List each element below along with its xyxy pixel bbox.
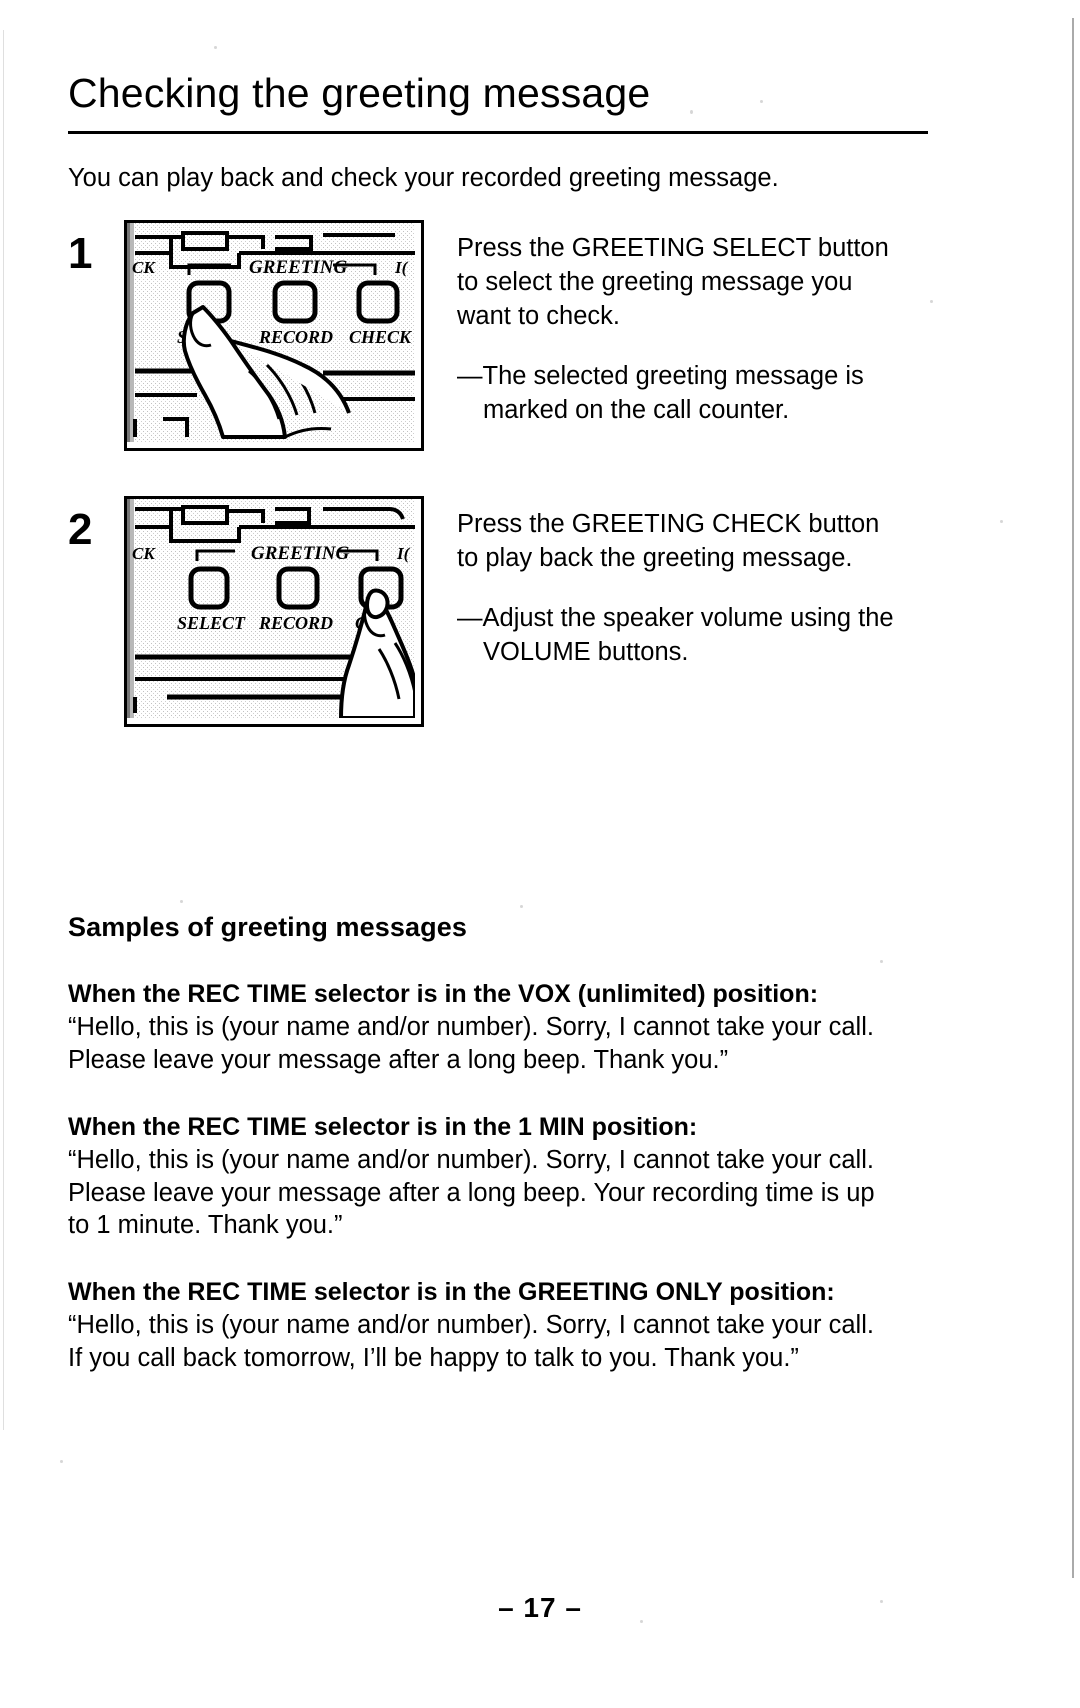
- step-instruction-line: Press the GREETING CHECK button: [457, 510, 880, 539]
- scan-speck: [1000, 520, 1003, 523]
- page-content: Checking the greeting message You can pl…: [68, 0, 928, 1374]
- sample-block-line: “Hello, this is (your name and/or number…: [68, 1146, 874, 1175]
- svg-text:GREETING: GREETING: [249, 257, 347, 278]
- sample-block-heading: When the REC TIME selector is in the VOX…: [68, 980, 819, 1009]
- step-instruction-line: Press the GREETING SELECT button: [457, 234, 889, 263]
- scan-edge-left: [3, 30, 4, 1430]
- step-item: 2 GREETING CK I(SELECT RECORD Press the…: [68, 496, 928, 728]
- svg-text:RECORD: RECORD: [258, 327, 333, 347]
- svg-text:GREETING: GREETING: [251, 543, 349, 564]
- svg-text:RECORD: RECORD: [258, 613, 333, 633]
- sample-block-line: Please leave your message after a long b…: [68, 1045, 729, 1074]
- step-number: 2: [68, 505, 93, 555]
- sample-block-line: If you call back tomorrow, I’ll be happy…: [68, 1343, 799, 1372]
- step-note-line: —Adjust the speaker volume using the: [457, 604, 894, 633]
- page-number: – 17 –: [498, 1592, 582, 1623]
- scan-edge-right: [1072, 18, 1074, 1578]
- scan-speck: [60, 1460, 63, 1463]
- step-note: —The selected greeting message is marked…: [457, 360, 928, 428]
- step-note-line: —The selected greeting message is: [457, 362, 864, 391]
- control-panel-diagram: GREETING CK I( SELECT RECORD CHE: [127, 499, 415, 719]
- samples-section: Samples of greeting messages When the RE…: [68, 912, 928, 1374]
- svg-text:I(: I(: [394, 258, 409, 277]
- step-text: Press the GREETING CHECK button to play …: [424, 496, 928, 670]
- sample-block-line: “Hello, this is (your name and/or number…: [68, 1013, 874, 1042]
- sample-block-line: to 1 minute. Thank you.”: [68, 1210, 343, 1239]
- control-panel-diagram: GREETING CK I( SELE RECORD CHECK: [127, 223, 415, 443]
- step-illustration: GREETING CK I( SELE RECORD CHECK: [124, 220, 424, 452]
- step-number: 1: [68, 229, 93, 279]
- step-instruction-line: to play back the greeting message.: [457, 544, 853, 573]
- svg-text:CHECK: CHECK: [349, 327, 413, 347]
- samples-heading: Samples of greeting messages: [68, 912, 467, 943]
- scan-speck: [930, 300, 933, 303]
- sample-block-heading: When the REC TIME selector is in the GRE…: [68, 1278, 835, 1307]
- step-item: 1 GREETING CK I(RECORD CHECK Press the …: [68, 220, 928, 452]
- manual-page: Checking the greeting message You can pl…: [0, 0, 1080, 1708]
- sample-block: When the REC TIME selector is in the GRE…: [68, 1278, 928, 1374]
- sample-block-heading: When the REC TIME selector is in the 1 M…: [68, 1113, 698, 1142]
- title-divider: [68, 131, 928, 135]
- sample-block: When the REC TIME selector is in the 1 M…: [68, 1113, 928, 1241]
- sample-block-line: Please leave your message after a long b…: [68, 1178, 875, 1207]
- step-instruction-line: to select the greeting message you: [457, 268, 853, 297]
- step-illustration: GREETING CK I( SELECT RECORD CHE: [124, 496, 424, 728]
- intro-text: You can play back and check your recorde…: [68, 164, 779, 193]
- step-note-line: marked on the call counter.: [483, 396, 790, 425]
- svg-text:I(: I(: [396, 544, 411, 563]
- svg-text:CK: CK: [132, 544, 156, 563]
- step-text: Press the GREETING SELECT button to sele…: [424, 220, 928, 428]
- sample-block: When the REC TIME selector is in the VOX…: [68, 980, 928, 1076]
- svg-text:CK: CK: [132, 258, 156, 277]
- step-note-line: VOLUME buttons.: [483, 638, 689, 667]
- steps-list: 1 GREETING CK I(RECORD CHECK Press the …: [68, 220, 928, 728]
- step-instruction-line: want to check.: [457, 302, 620, 331]
- page-title: Checking the greeting message: [68, 70, 651, 116]
- sample-block-line: “Hello, this is (your name and/or number…: [68, 1311, 874, 1340]
- step-note: —Adjust the speaker volume using the VOL…: [457, 602, 928, 670]
- svg-text:SELECT: SELECT: [177, 613, 246, 633]
